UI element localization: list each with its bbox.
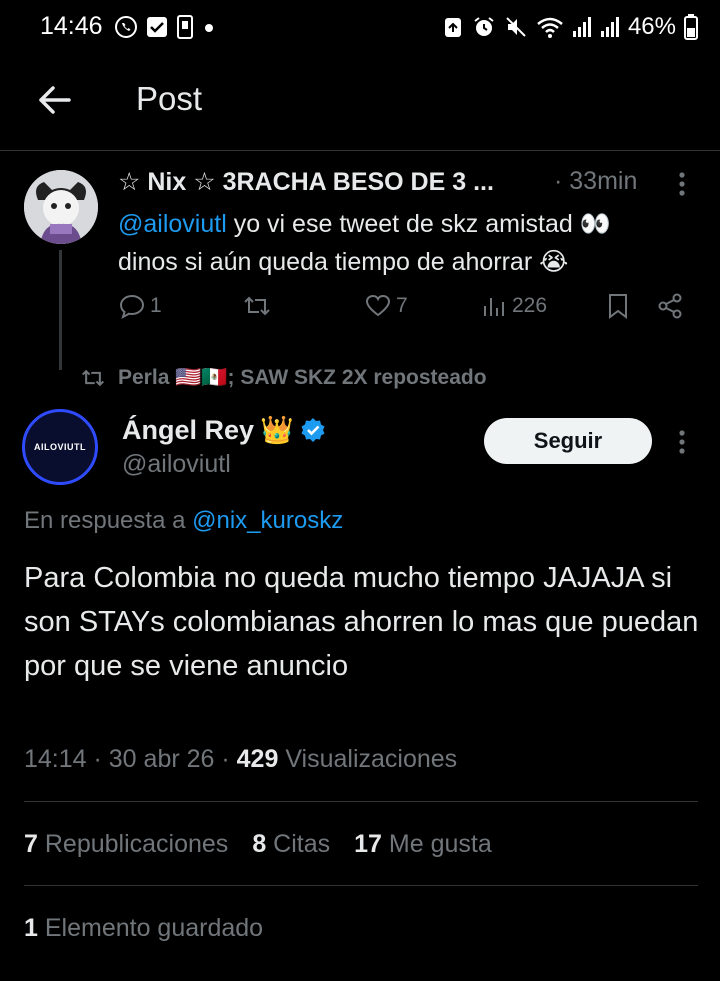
reposts-stat[interactable]: 7 Republicaciones bbox=[24, 830, 228, 859]
reply-count: 1 bbox=[150, 294, 162, 317]
more-vertical-icon bbox=[679, 430, 685, 454]
tweet-time: 14:14 bbox=[24, 745, 87, 773]
likes-count: 17 bbox=[354, 830, 382, 858]
battery-percent: 46% bbox=[627, 13, 676, 40]
author-handle[interactable]: @ailoviutl bbox=[122, 450, 231, 479]
status-icons-right: 46% bbox=[442, 12, 698, 42]
checkbox-icon bbox=[147, 17, 167, 37]
likes-label: Me gusta bbox=[388, 830, 492, 858]
mention-link[interactable]: @ailoviutl bbox=[118, 210, 227, 238]
views-button[interactable]: 226 bbox=[482, 292, 547, 320]
reply-author-name[interactable]: ☆ Nix ☆ 3RACHA BESO DE 3 ... bbox=[118, 167, 494, 197]
reply-button[interactable]: 1 bbox=[118, 292, 162, 320]
more-vertical-icon bbox=[679, 172, 685, 196]
replying-to-link[interactable]: @nix_kuroskz bbox=[192, 507, 343, 534]
tweet-meta: 14:14 · 30 abr 26 · 429 Visualizaciones bbox=[24, 745, 458, 773]
retweet-button[interactable] bbox=[242, 292, 272, 320]
bookmark-icon bbox=[609, 294, 627, 319]
avatar-illustration-icon bbox=[24, 170, 98, 244]
reply-text-line2: dinos si aún queda tiempo de ahorrar 😭 bbox=[118, 248, 569, 276]
bookmark-button[interactable] bbox=[606, 292, 630, 320]
avatar[interactable]: AILOVIUTL bbox=[22, 409, 98, 485]
heart-icon bbox=[365, 294, 391, 317]
tweet-stats: 7 Republicaciones 8 Citas 17 Me gusta bbox=[24, 830, 492, 859]
like-button[interactable]: 7 bbox=[364, 292, 408, 320]
page-title: Post bbox=[136, 80, 203, 117]
views-label: Visualizaciones bbox=[285, 745, 458, 773]
avatar-text: AILOVIUTL bbox=[34, 442, 86, 452]
wifi-icon bbox=[537, 17, 563, 38]
reposts-label: Republicaciones bbox=[44, 830, 229, 858]
tweet-date: 30 abr 26 bbox=[108, 745, 215, 773]
alarm-icon bbox=[474, 17, 494, 36]
status-bar: 14:46 46% bbox=[0, 0, 720, 56]
retweet-icon bbox=[244, 296, 270, 316]
crown-emoji: 👑 bbox=[260, 415, 294, 445]
share-icon bbox=[658, 293, 682, 319]
avatar[interactable] bbox=[24, 170, 98, 244]
saved-count: 1 bbox=[24, 914, 38, 942]
divider bbox=[24, 801, 698, 802]
tweet-text: Para Colombia no queda mucho tiempo JAJA… bbox=[24, 562, 699, 682]
author-display-name: Ángel Rey bbox=[122, 414, 255, 445]
reply-text-line1: yo vi ese tweet de skz amistad 👀 bbox=[226, 210, 611, 238]
phone-icon bbox=[177, 15, 193, 39]
author-name[interactable]: Ángel Rey 👑 bbox=[122, 414, 326, 446]
reply-text: @ailoviutl yo vi ese tweet de skz amista… bbox=[118, 205, 698, 281]
quotes-count: 8 bbox=[252, 830, 267, 858]
comment-icon bbox=[119, 294, 145, 320]
saved-stat[interactable]: 1 Elemento guardado bbox=[24, 914, 263, 943]
status-icons-left bbox=[114, 12, 216, 42]
reposts-count: 7 bbox=[24, 830, 38, 858]
status-time: 14:46 bbox=[40, 12, 103, 40]
more-options-button[interactable] bbox=[670, 170, 694, 198]
arrow-left-icon bbox=[39, 86, 71, 114]
likes-stat[interactable]: 17 Me gusta bbox=[354, 830, 492, 859]
views-bar-icon bbox=[484, 298, 504, 316]
repost-indicator[interactable]: Perla 🇺🇸🇲🇽; SAW SKZ 2X reposteado bbox=[80, 366, 487, 390]
mute-icon bbox=[506, 17, 526, 37]
back-button[interactable] bbox=[30, 80, 78, 120]
thread-line bbox=[59, 250, 62, 370]
follow-button[interactable]: Seguir bbox=[484, 418, 652, 464]
views-total: 429 bbox=[236, 745, 279, 773]
tweet-actions: 1 7 226 bbox=[118, 292, 698, 328]
retweet-icon bbox=[81, 369, 105, 387]
top-app-bar: Post bbox=[0, 60, 720, 151]
battery-icon bbox=[684, 14, 698, 40]
quotes-label: Citas bbox=[273, 830, 331, 858]
whatsapp-icon bbox=[115, 16, 137, 38]
quotes-stat[interactable]: 8 Citas bbox=[252, 830, 330, 859]
replying-to-prefix: En respuesta a bbox=[24, 507, 193, 534]
share-button[interactable] bbox=[656, 292, 684, 320]
recycle-icon bbox=[444, 18, 461, 37]
views-count: 226 bbox=[512, 294, 548, 317]
saved-label: Elemento guardado bbox=[44, 914, 264, 942]
signal-icon bbox=[572, 17, 591, 37]
dot-icon bbox=[205, 24, 213, 32]
signal-icon bbox=[600, 17, 619, 37]
replying-to: En respuesta a @nix_kuroskz bbox=[24, 507, 343, 535]
more-options-button[interactable] bbox=[670, 428, 694, 456]
like-count: 7 bbox=[396, 294, 408, 317]
verified-badge-icon bbox=[301, 418, 325, 442]
divider bbox=[24, 885, 698, 886]
reply-timestamp: · 33min bbox=[554, 167, 638, 195]
repost-label: Perla 🇺🇸🇲🇽; SAW SKZ 2X reposteado bbox=[118, 366, 487, 389]
